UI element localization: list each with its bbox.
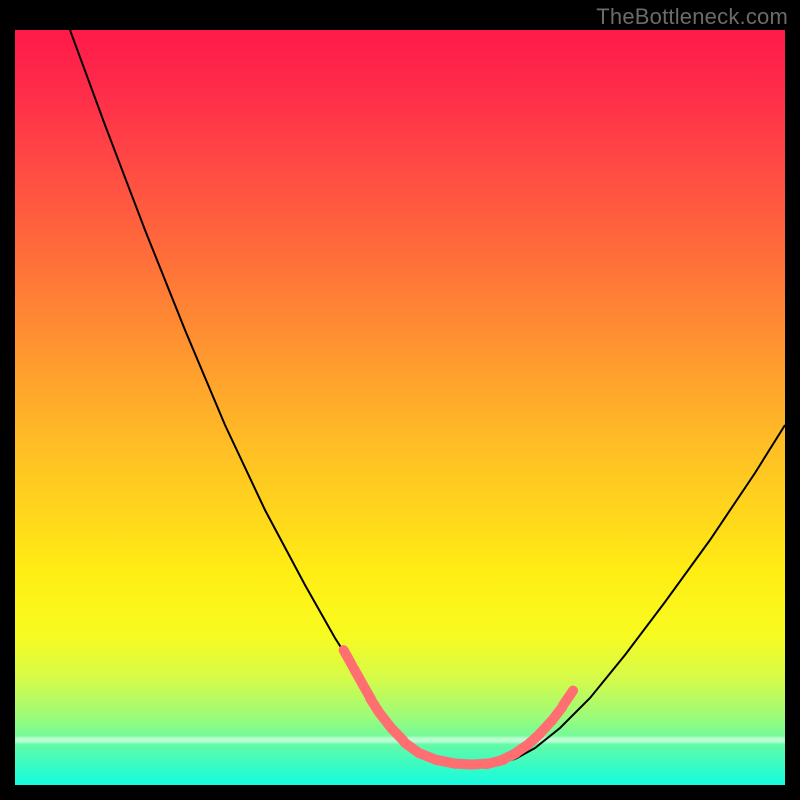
marker-point	[563, 691, 573, 706]
curve-layer	[15, 30, 785, 785]
curve-left	[70, 30, 420, 756]
marker-group	[344, 650, 573, 764]
watermark-label: TheBottleneck.com	[596, 4, 788, 30]
plot-area	[15, 30, 785, 785]
marker-point	[344, 650, 353, 666]
marker-point	[391, 728, 403, 741]
chart-frame: TheBottleneck.com	[0, 0, 800, 800]
